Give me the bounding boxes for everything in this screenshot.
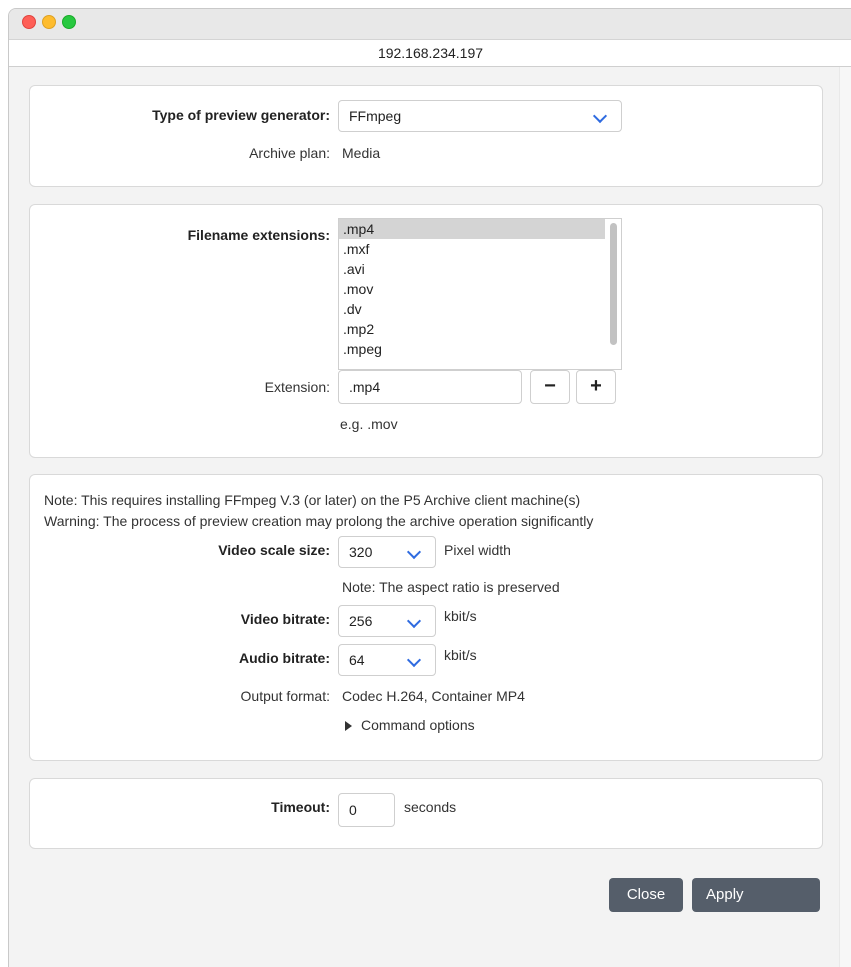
disclosure-triangle-icon[interactable] — [345, 721, 352, 731]
list-item[interactable]: .mov — [339, 279, 621, 299]
video-scale-value: 320 — [349, 544, 373, 560]
output-format-label: Output format: — [240, 688, 330, 704]
ffmpeg-note: Note: This requires installing FFmpeg V.… — [44, 492, 581, 508]
timeout-label: Timeout: — [271, 799, 330, 815]
video-settings-panel: Note: This requires installing FFmpeg V.… — [29, 474, 823, 761]
extension-input[interactable]: .mp4 — [338, 370, 522, 404]
archive-plan-label: Archive plan: — [249, 145, 330, 161]
audio-bitrate-label: Audio bitrate: — [239, 650, 330, 666]
extension-label: Extension: — [264, 379, 330, 395]
extensions-panel: Filename extensions: .mp4 .mxf .avi .mov… — [29, 204, 823, 458]
listbox-scrollbar[interactable] — [610, 223, 617, 345]
close-window-icon[interactable] — [22, 15, 36, 29]
video-bitrate-unit: kbit/s — [444, 608, 477, 624]
add-extension-button[interactable]: + — [576, 370, 616, 404]
audio-bitrate-value: 64 — [349, 652, 365, 668]
video-scale-unit: Pixel width — [444, 542, 511, 558]
aspect-ratio-note: Note: The aspect ratio is preserved — [342, 579, 560, 595]
list-item[interactable]: .mp4 — [339, 219, 605, 239]
audio-bitrate-select[interactable]: 64 — [338, 644, 436, 676]
address-bar[interactable]: 192.168.234.197 — [9, 40, 851, 67]
archive-plan-value: Media — [342, 145, 381, 161]
minimize-window-icon[interactable] — [42, 15, 56, 29]
apply-button[interactable]: Apply — [692, 878, 820, 912]
browser-window: 192.168.234.197 Type of preview generato… — [8, 8, 851, 967]
audio-bitrate-unit: kbit/s — [444, 647, 477, 663]
extension-hint: e.g. .mov — [340, 416, 398, 432]
chevron-down-icon — [406, 544, 422, 560]
generator-type-label: Type of preview generator: — [152, 107, 330, 123]
processing-warning: Warning: The process of preview creation… — [44, 513, 594, 529]
extensions-listbox[interactable]: .mp4 .mxf .avi .mov .dv .mp2 .mpeg — [338, 218, 622, 370]
remove-extension-button[interactable]: − — [530, 370, 570, 404]
generator-type-value: FFmpeg — [349, 108, 402, 124]
timeout-unit: seconds — [404, 799, 457, 815]
filename-extensions-label: Filename extensions: — [187, 227, 330, 243]
timeout-input[interactable]: 0 — [338, 793, 395, 827]
title-bar — [9, 9, 851, 40]
close-button[interactable]: Close — [609, 878, 683, 912]
list-item[interactable]: .mpeg — [339, 339, 621, 359]
video-bitrate-value: 256 — [349, 613, 373, 629]
video-bitrate-label: Video bitrate: — [240, 611, 330, 627]
video-scale-select[interactable]: 320 — [338, 536, 436, 568]
timeout-panel: Timeout: 0 seconds — [29, 778, 823, 849]
page-scrollbar[interactable] — [839, 67, 851, 967]
maximize-window-icon[interactable] — [62, 15, 76, 29]
chevron-down-icon — [406, 613, 422, 629]
list-item[interactable]: .mxf — [339, 239, 621, 259]
list-item[interactable]: .mp2 — [339, 319, 621, 339]
chevron-down-icon — [592, 108, 608, 124]
video-scale-label: Video scale size: — [218, 542, 330, 558]
output-format-value: Codec H.264, Container MP4 — [342, 688, 525, 704]
list-item[interactable]: .avi — [339, 259, 621, 279]
command-options-toggle[interactable]: Command options — [361, 717, 475, 733]
video-bitrate-select[interactable]: 256 — [338, 605, 436, 637]
list-item[interactable]: .dv — [339, 299, 621, 319]
chevron-down-icon — [406, 652, 422, 668]
generator-panel: Type of preview generator: FFmpeg Archiv… — [29, 85, 823, 187]
generator-type-select[interactable]: FFmpeg — [338, 100, 622, 132]
